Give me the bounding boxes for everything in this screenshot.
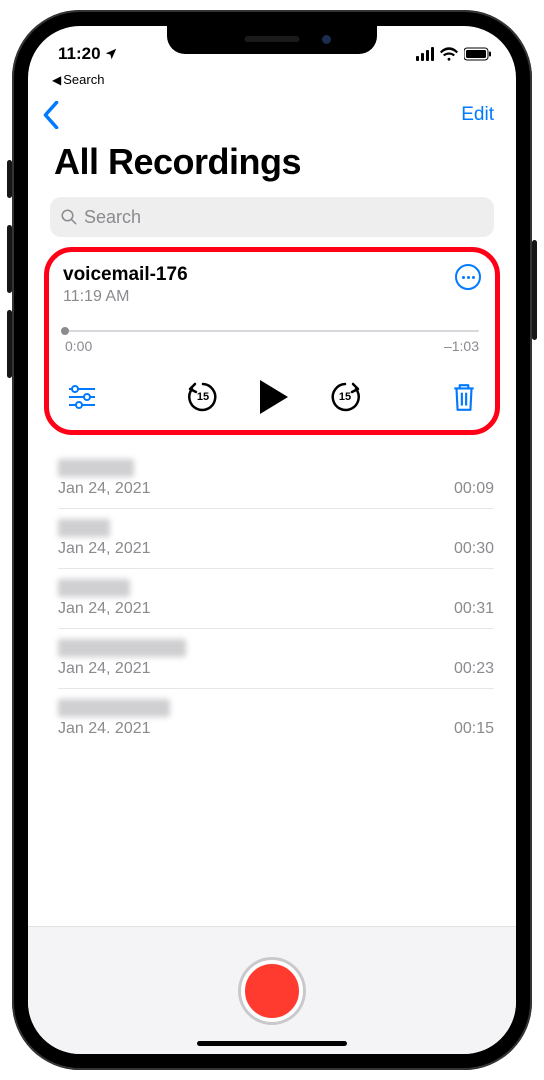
skip-forward-button[interactable]: 15	[328, 380, 362, 414]
recording-duration: 00:23	[454, 660, 494, 678]
location-icon	[104, 47, 118, 61]
skip-forward-amount: 15	[328, 380, 362, 414]
recording-row[interactable]: Jan 24, 2021 00:31	[58, 569, 494, 629]
ellipsis-icon	[462, 276, 475, 279]
search-icon	[60, 208, 78, 226]
recording-title: voicemail-176	[63, 264, 188, 286]
recording-name-redacted	[58, 639, 186, 657]
recording-duration: 00:31	[454, 600, 494, 618]
settings-sliders-button[interactable]	[67, 385, 97, 409]
time-remaining: –1:03	[444, 338, 479, 354]
back-button[interactable]	[42, 101, 60, 129]
recording-date: Jan 24, 2021	[58, 480, 151, 498]
recording-row[interactable]: Jan 24, 2021 00:09	[58, 449, 494, 509]
recording-date: Jan 24. 2021	[58, 720, 151, 738]
skip-back-amount: 15	[186, 380, 220, 414]
recording-row[interactable]: Jan 24. 2021 00:15	[58, 689, 494, 748]
recording-duration: 00:09	[454, 480, 494, 498]
recording-date: Jan 24, 2021	[58, 660, 151, 678]
page-title: All Recordings	[28, 137, 516, 193]
recording-duration: 00:15	[454, 720, 494, 738]
recordings-list: Jan 24, 202100:09Jan 24, 202100:30Jan 24…	[58, 449, 494, 748]
back-triangle-icon: ◀	[52, 73, 61, 87]
more-options-button[interactable]	[455, 264, 481, 290]
recording-date: Jan 24, 2021	[58, 540, 151, 558]
scrubber-thumb[interactable]	[61, 327, 69, 335]
trash-icon	[451, 382, 477, 412]
search-input[interactable]: Search	[50, 197, 494, 237]
play-icon	[260, 380, 288, 414]
recording-name-redacted	[58, 459, 134, 477]
recording-subtitle: 11:19 AM	[63, 288, 188, 306]
record-button[interactable]	[241, 960, 303, 1022]
home-indicator	[197, 1041, 347, 1046]
recording-duration: 00:30	[454, 540, 494, 558]
sliders-icon	[67, 385, 97, 409]
play-button[interactable]	[260, 380, 288, 414]
edit-button[interactable]: Edit	[461, 104, 494, 126]
recording-name-redacted	[58, 579, 130, 597]
record-toolbar	[28, 926, 516, 1054]
delete-button[interactable]	[451, 382, 477, 412]
wifi-icon	[440, 47, 458, 61]
search-placeholder: Search	[84, 207, 141, 228]
recording-row[interactable]: Jan 24, 2021 00:30	[58, 509, 494, 569]
battery-icon	[464, 47, 492, 61]
playback-scrubber[interactable]: 0:00 –1:03	[65, 330, 479, 354]
selected-recording-card[interactable]: voicemail-176 11:19 AM 0:00 –1:03	[44, 247, 500, 435]
breadcrumb-back[interactable]: ◀ Search	[28, 70, 516, 87]
recording-name-redacted	[58, 519, 110, 537]
breadcrumb-label: Search	[63, 72, 104, 87]
time-elapsed: 0:00	[65, 338, 92, 354]
cellular-icon	[416, 47, 434, 61]
recording-name-redacted	[58, 699, 170, 717]
recording-row[interactable]: Jan 24, 2021 00:23	[58, 629, 494, 689]
skip-back-button[interactable]: 15	[186, 380, 220, 414]
recording-date: Jan 24, 2021	[58, 600, 151, 618]
status-time: 11:20	[58, 44, 101, 64]
